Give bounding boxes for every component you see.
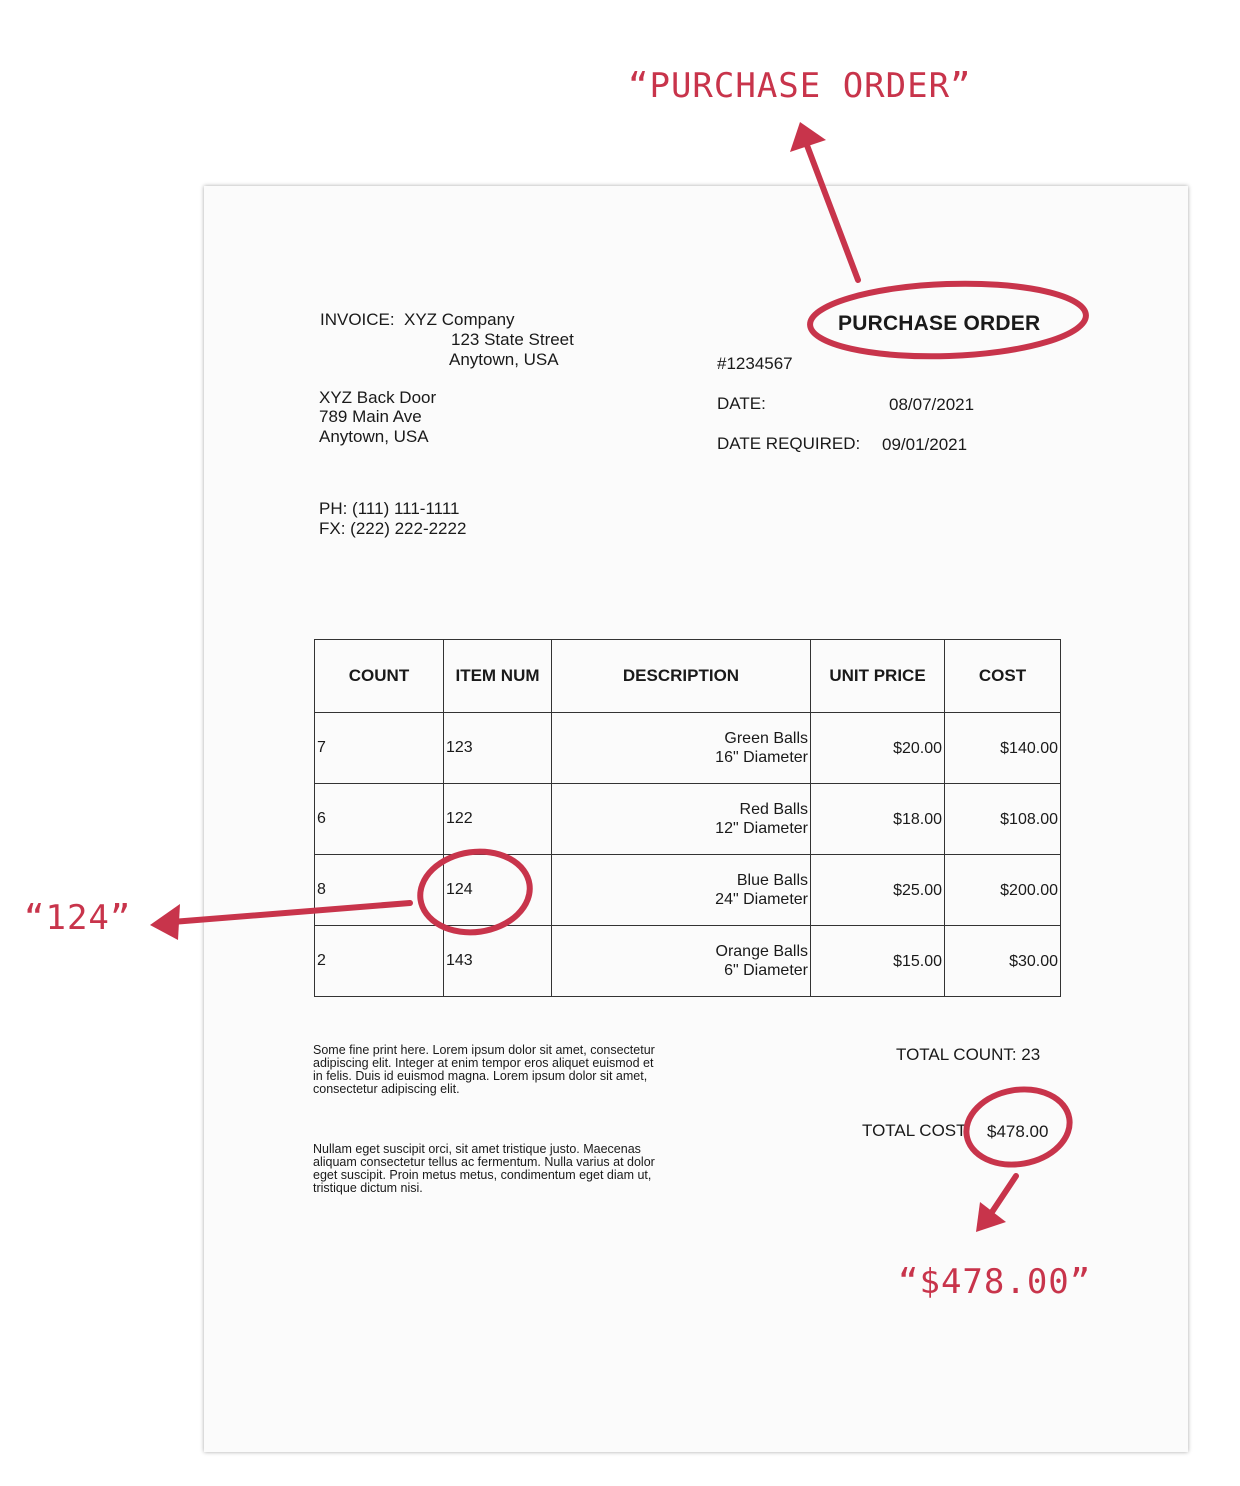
total-arrow-head [976,1202,1006,1232]
item-callout: “124” [24,898,132,938]
item-arrow-line [169,900,413,925]
total-callout: “$478.00” [898,1262,1092,1302]
title-arrow-line [802,137,861,283]
title-circle [807,280,1089,360]
item-124-circle [417,848,533,936]
item-arrow-head [150,904,180,940]
title-callout: “PURCHASE ORDER” [628,66,972,106]
total-cost-circle [963,1086,1073,1168]
